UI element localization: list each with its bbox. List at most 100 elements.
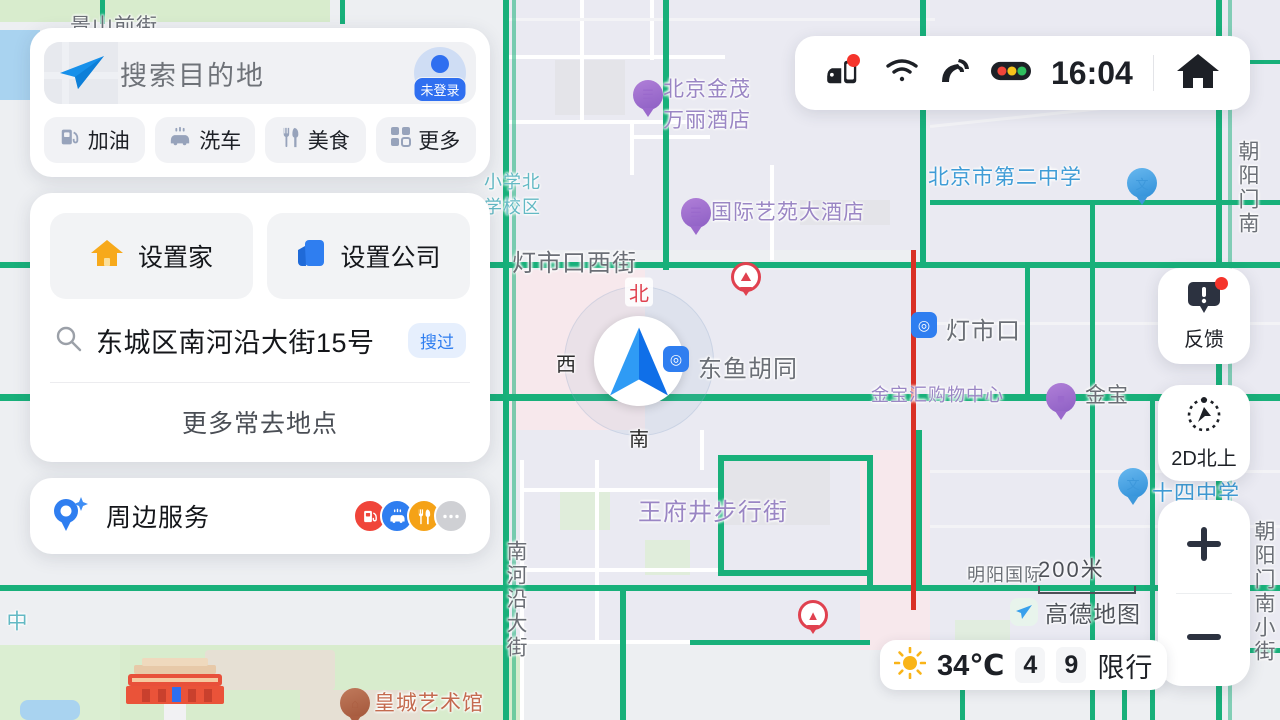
nearby-services-title: 周边服务	[106, 504, 211, 532]
search-card: 搜索目的地 未登录 加油 洗车 美食 更多	[30, 28, 490, 177]
set-home-button[interactable]: 设置家	[50, 213, 253, 299]
status-divider	[1152, 55, 1154, 91]
status-bar: 16:04	[795, 36, 1250, 110]
hotel-pin[interactable]: ☰	[681, 198, 711, 228]
map-area-green	[0, 0, 330, 22]
map-road-major	[916, 430, 922, 590]
map-road-major	[718, 570, 873, 576]
chip-label: 美食	[307, 130, 350, 153]
search-history-item[interactable]: 东城区南河沿大街15号 搜过	[50, 299, 470, 383]
subway-station-icon[interactable]: ◎	[663, 346, 689, 372]
map-road-major	[1025, 265, 1030, 395]
map-label: 东鱼胡同	[698, 356, 798, 383]
map-label: 国际艺苑大酒店	[711, 201, 865, 224]
map-label: 灯市口西街	[512, 250, 637, 277]
weather-restriction-bar[interactable]: 34℃ 4 9 限行	[880, 640, 1168, 690]
office-icon	[296, 238, 326, 275]
plus-icon	[1184, 524, 1224, 569]
zoom-in-button[interactable]	[1158, 500, 1250, 593]
map-road	[630, 135, 710, 139]
school-pin[interactable]: 文	[1118, 468, 1148, 498]
mall-pin[interactable]: ■	[1046, 383, 1076, 413]
nearby-sparkle-icon	[52, 495, 90, 538]
feedback-button[interactable]: 反馈	[1158, 268, 1250, 364]
search-history-tag: 搜过	[408, 323, 466, 358]
map-scale-ruler	[1038, 586, 1136, 594]
navigation-plane-icon	[56, 53, 108, 93]
traffic-light-icon[interactable]	[991, 60, 1031, 87]
avatar[interactable]: 未登录	[413, 47, 467, 102]
view-mode-button[interactable]: 2D北上	[1158, 385, 1250, 481]
scenic-pin[interactable]: ⛰	[731, 262, 761, 292]
compass-west-label: 西	[556, 354, 576, 376]
map-label: 金宝	[1085, 384, 1129, 407]
map-area-water	[20, 700, 80, 720]
restaurant-icon	[281, 126, 301, 154]
house-icon	[90, 238, 124, 275]
chip-label: 更多	[418, 130, 461, 153]
map-road-major	[867, 455, 873, 585]
feedback-notification-dot	[1215, 277, 1228, 290]
compass-arrow-icon	[1184, 395, 1224, 440]
compass-north-label: 北	[625, 277, 653, 307]
app-watermark: 高德地图	[1010, 595, 1141, 629]
service-dot-more[interactable]	[434, 499, 468, 533]
gps-location-marker	[564, 286, 714, 436]
map-label: 金宝汇购物中心	[871, 385, 1004, 405]
map-label-vertical: 南河沿大街	[504, 540, 527, 660]
chip-label: 加油	[87, 130, 130, 153]
map-road-congested	[911, 250, 916, 610]
map-area-park	[560, 490, 610, 530]
map-road-major	[930, 200, 1280, 205]
map-label: 万丽酒店	[663, 109, 751, 132]
map-label: 小学北	[484, 172, 541, 192]
search-icon	[54, 324, 82, 357]
map-road	[700, 430, 704, 470]
map-label-vertical: 中	[4, 610, 27, 634]
left-panel: 搜索目的地 未登录 加油 洗车 美食 更多 设置家 设置公司 东城区南河沿大街1…	[30, 28, 490, 554]
avatar-head	[431, 55, 449, 73]
compass-south-label: 南	[629, 429, 649, 451]
car-phone-icon[interactable]	[825, 53, 865, 91]
map-label: 北京金茂	[663, 78, 751, 101]
more-places-button[interactable]: 更多常去地点	[50, 383, 470, 462]
school-pin[interactable]: 文	[1127, 168, 1157, 198]
satellite-icon[interactable]	[939, 57, 971, 90]
map-label: 学校区	[484, 197, 541, 217]
map-road	[650, 0, 654, 60]
chip-more[interactable]: 更多	[375, 117, 476, 163]
map-label-vertical: 朝阳门南小街	[1252, 520, 1275, 664]
login-status-badge[interactable]: 未登录	[413, 77, 467, 102]
minus-icon	[1184, 630, 1224, 649]
museum-pin[interactable]: ⌂	[340, 688, 370, 718]
map-label-vertical: 朝阳门南	[1236, 140, 1259, 236]
home-icon[interactable]	[1176, 52, 1220, 95]
map-road	[520, 640, 700, 644]
subway-station-icon[interactable]: ◎	[911, 312, 937, 338]
search-input[interactable]: 搜索目的地 未登录	[44, 42, 476, 104]
wifi-icon[interactable]	[885, 58, 919, 89]
temperature-label: 34℃	[937, 649, 1005, 682]
zoom-out-button[interactable]	[1158, 594, 1250, 687]
search-history-text: 东城区南河沿大街15号	[96, 328, 375, 358]
nearby-services-card[interactable]: 周边服务	[30, 478, 490, 554]
zoom-controls	[1158, 500, 1250, 686]
chip-car-wash[interactable]: 洗车	[154, 117, 255, 163]
set-home-label: 设置家	[137, 244, 213, 272]
chip-fuel[interactable]: 加油	[44, 117, 145, 163]
restriction-label: 限行	[1097, 652, 1154, 683]
map-label: 明阳国际	[967, 565, 1043, 585]
car-wash-icon	[168, 126, 192, 154]
landmark-illustration	[120, 655, 230, 720]
favorites-card: 设置家 设置公司 东城区南河沿大街15号 搜过 更多常去地点	[30, 193, 490, 462]
map-road-major	[340, 0, 345, 24]
hotel-pin[interactable]: ☰	[633, 80, 663, 110]
scenic-pin[interactable]: ▲	[798, 600, 828, 630]
map-label: 灯市口	[946, 318, 1021, 345]
map-road-major	[718, 455, 873, 461]
map-road-major	[663, 0, 669, 270]
fuel-icon	[59, 126, 81, 154]
map-road	[505, 18, 935, 21]
chip-food[interactable]: 美食	[265, 117, 366, 163]
set-company-button[interactable]: 设置公司	[267, 213, 470, 299]
